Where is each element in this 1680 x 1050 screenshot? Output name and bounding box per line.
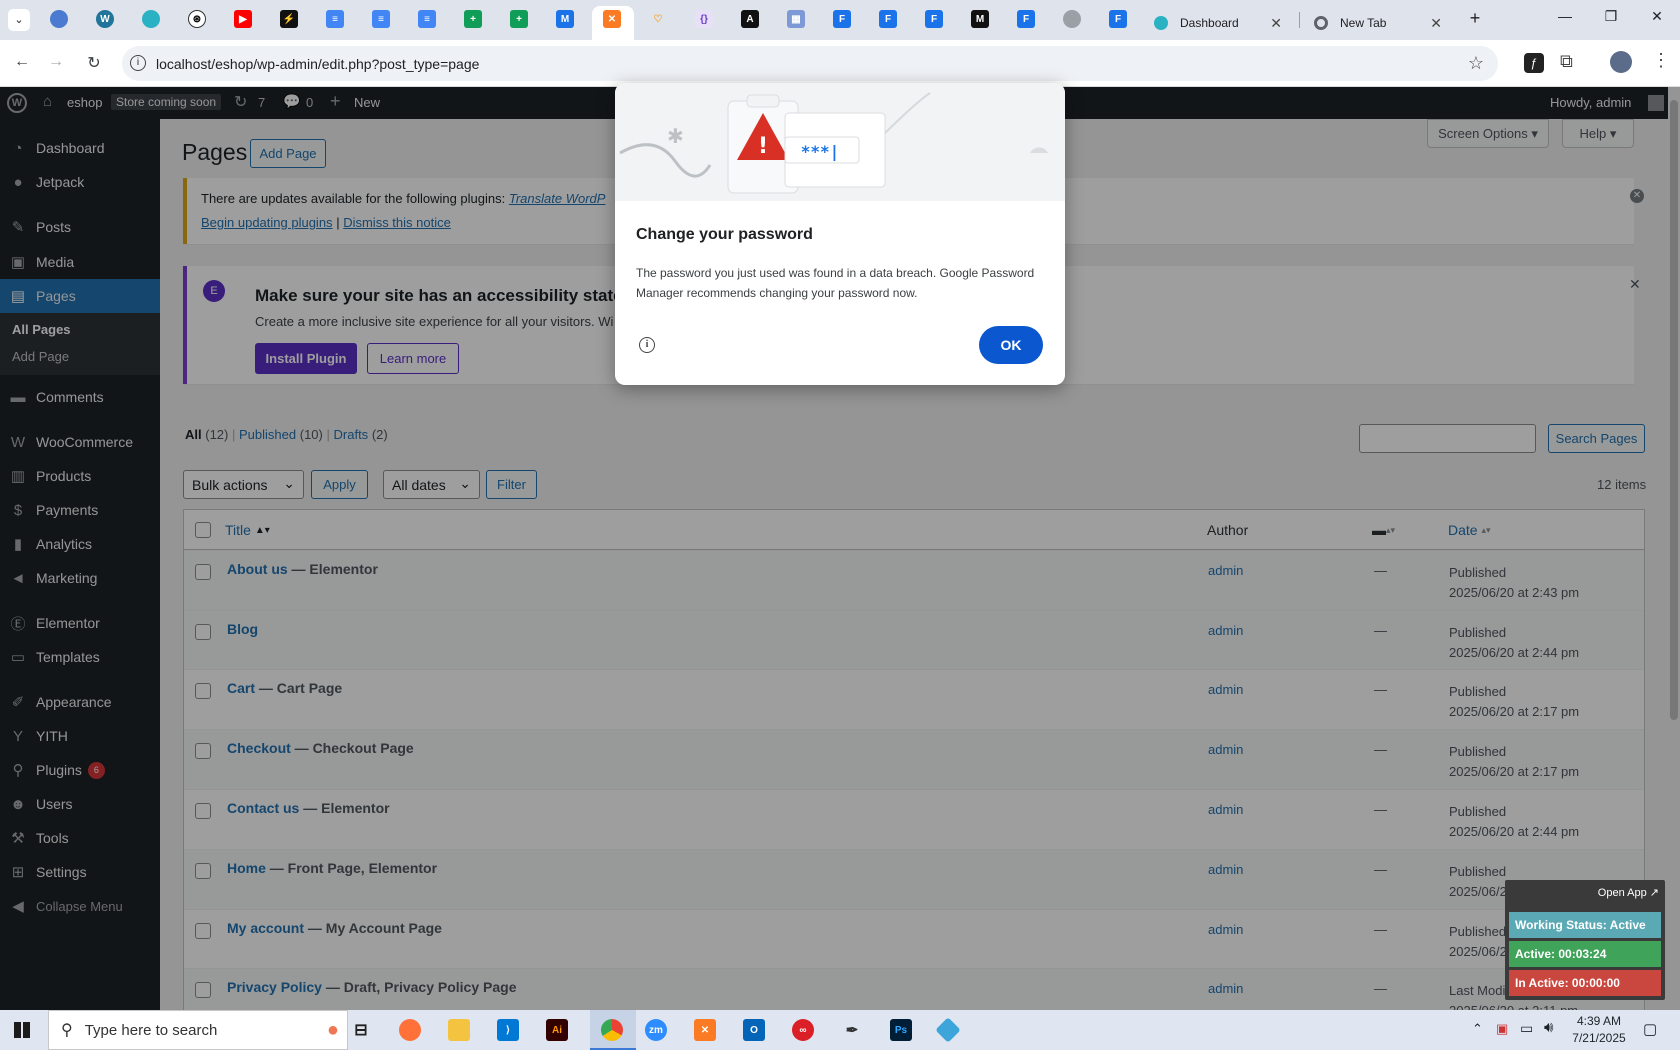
tab-favicon-3[interactable] <box>142 10 160 28</box>
dialog-title: Change your password <box>636 226 813 243</box>
change-password-dialog: ✱ ! ***| Change your password The passwo… <box>615 83 1065 385</box>
browser-menu-icon[interactable]: ⋮ <box>1652 50 1670 71</box>
tab-new-tab[interactable]: New Tab ✕ <box>1302 6 1454 40</box>
outlook-icon[interactable]: O <box>743 1019 765 1041</box>
back-arrow-icon[interactable]: ← <box>11 53 33 75</box>
firefox-icon[interactable] <box>399 1019 421 1041</box>
tab-favicon-17[interactable]: ▦ <box>787 10 805 28</box>
active-time-row: Active: 00:03:24 <box>1509 941 1661 967</box>
tab-favicon-globe[interactable] <box>1063 10 1081 28</box>
close-tab-icon[interactable]: ✕ <box>1270 15 1282 32</box>
tab-favicon-youtube[interactable]: ▶ <box>234 10 252 28</box>
url-text[interactable]: localhost/eshop/wp-admin/edit.php?post_t… <box>156 56 479 72</box>
chrome-icon[interactable] <box>601 1019 623 1041</box>
browser-toolbar: ← → ↻ i localhost/eshop/wp-admin/edit.ph… <box>0 40 1680 87</box>
tab-favicon-forms-1[interactable]: F <box>833 10 851 28</box>
creative-cloud-icon[interactable]: ∞ <box>792 1019 814 1041</box>
ok-button[interactable]: OK <box>979 326 1043 364</box>
extension-icon-1[interactable]: ƒ <box>1524 53 1544 73</box>
time-tracker-widget: Open App ↗ Working Status: Active Active… <box>1505 880 1665 1000</box>
masked-password-text: ***| <box>801 142 840 162</box>
extensions-puzzle-icon[interactable]: ⧉ <box>1560 51 1573 72</box>
illustrator-icon[interactable]: Ai <box>546 1019 568 1041</box>
address-bar[interactable]: i localhost/eshop/wp-admin/edit.php?post… <box>122 46 1498 81</box>
svg-text:✱: ✱ <box>667 124 684 148</box>
search-placeholder: Type here to search <box>84 1021 218 1039</box>
tray-app-icon[interactable]: ▣ <box>1496 1021 1508 1037</box>
tab-favicon-forms-5[interactable]: F <box>1109 10 1127 28</box>
tab-favicon-docs-1[interactable]: ≡ <box>326 10 344 28</box>
forward-arrow-icon[interactable]: → <box>45 53 67 75</box>
tab-favicon-forms-4[interactable]: F <box>1017 10 1035 28</box>
photoshop-icon[interactable]: Ps <box>890 1019 912 1041</box>
tab-favicon-wordpress[interactable]: W <box>96 10 114 28</box>
windows-start-icon[interactable] <box>14 1022 30 1038</box>
tab-favicon-12[interactable]: M <box>556 10 574 28</box>
new-tab-button[interactable]: + <box>1460 8 1490 30</box>
tab-favicon-16[interactable]: A <box>741 10 759 28</box>
restore-button[interactable]: ❐ <box>1596 8 1626 30</box>
browser-tab-strip: ⌄ W ⊛ ▶ ⚡ ≡ ≡ ≡ + + M ✕ ♡ {} A ▦ F F F M… <box>0 0 1680 40</box>
info-icon[interactable]: i <box>639 337 655 353</box>
clock-date[interactable]: 7/21/2025 <box>1566 1031 1632 1045</box>
tab-favicon-docs-2[interactable]: ≡ <box>372 10 390 28</box>
search-icon: ⚲ <box>61 1022 73 1039</box>
open-app-link[interactable]: Open App ↗ <box>1598 886 1659 899</box>
tab-favicon-docs-3[interactable]: ≡ <box>418 10 436 28</box>
minimize-button[interactable]: — <box>1550 8 1580 30</box>
app-diamond-icon[interactable] <box>935 1017 961 1043</box>
task-view-icon[interactable]: ⊟ <box>350 1019 372 1041</box>
inactive-time-row: In Active: 00:00:00 <box>1509 970 1661 996</box>
working-status-row: Working Status: Active <box>1509 912 1661 938</box>
illustration-svg: ✱ ! ***| <box>619 92 1048 194</box>
pen-tool-icon[interactable]: ✒ <box>841 1019 863 1041</box>
password-breach-illustration: ✱ ! ***| <box>615 83 1065 201</box>
notifications-icon[interactable]: ▢ <box>1643 1020 1657 1038</box>
tab-favicon-medium[interactable]: M <box>971 10 989 28</box>
profile-avatar[interactable] <box>1610 51 1632 73</box>
tab-favicon-sheets-2[interactable]: + <box>510 10 528 28</box>
tab-search-button[interactable]: ⌄ <box>8 9 30 31</box>
zoom-icon[interactable]: zm <box>645 1019 667 1041</box>
tab-favicon-openai[interactable]: ⊛ <box>188 10 206 28</box>
xampp-icon[interactable]: ✕ <box>694 1019 716 1041</box>
dashboard-tab-icon <box>1154 16 1168 30</box>
volume-icon[interactable]: 🔊︎ <box>1544 1019 1553 1036</box>
taskbar-search-box[interactable]: ⚲ Type here to search ● <box>48 1010 348 1050</box>
tab-dashboard-label: Dashboard <box>1180 16 1239 30</box>
close-tab-icon[interactable]: ✕ <box>1430 15 1442 32</box>
chrome-icon <box>1314 16 1328 30</box>
dialog-body: The password you just used was found in … <box>636 266 1035 300</box>
windows-taskbar: ⚲ Type here to search ● ⊟ ⟩ Ai zm ✕ O ∞ … <box>0 1010 1680 1050</box>
close-window-button[interactable]: ✕ <box>1642 8 1672 30</box>
tab-favicon-forms-2[interactable]: F <box>879 10 897 28</box>
tab-divider <box>1299 12 1300 28</box>
tab-favicon-sheets-1[interactable]: + <box>464 10 482 28</box>
tab-new-tab-label: New Tab <box>1340 16 1387 30</box>
file-explorer-icon[interactable] <box>448 1019 470 1041</box>
site-info-icon[interactable]: i <box>130 55 146 71</box>
tray-chevron-icon[interactable]: ⌃ <box>1472 1021 1483 1037</box>
tab-favicon-xampp[interactable]: ✕ <box>603 10 621 28</box>
tab-favicon-bolt[interactable]: ⚡ <box>280 10 298 28</box>
bookmark-star-icon[interactable]: ☆ <box>1468 53 1484 74</box>
vscode-icon[interactable]: ⟩ <box>497 1019 519 1041</box>
tab-dashboard[interactable]: Dashboard ✕ <box>1142 6 1294 40</box>
svg-text:!: ! <box>758 134 768 159</box>
tab-favicon-braces[interactable]: {} <box>695 10 713 28</box>
clock-time[interactable]: 4:39 AM <box>1570 1014 1628 1028</box>
balloons-icon: ● <box>326 1018 339 1041</box>
tab-favicon-1[interactable] <box>50 10 68 28</box>
reload-icon[interactable]: ↻ <box>83 53 105 75</box>
tab-favicon-forms-3[interactable]: F <box>925 10 943 28</box>
tab-favicon-14[interactable]: ♡ <box>649 10 667 28</box>
network-icon[interactable]: ▭ <box>1520 1020 1533 1037</box>
